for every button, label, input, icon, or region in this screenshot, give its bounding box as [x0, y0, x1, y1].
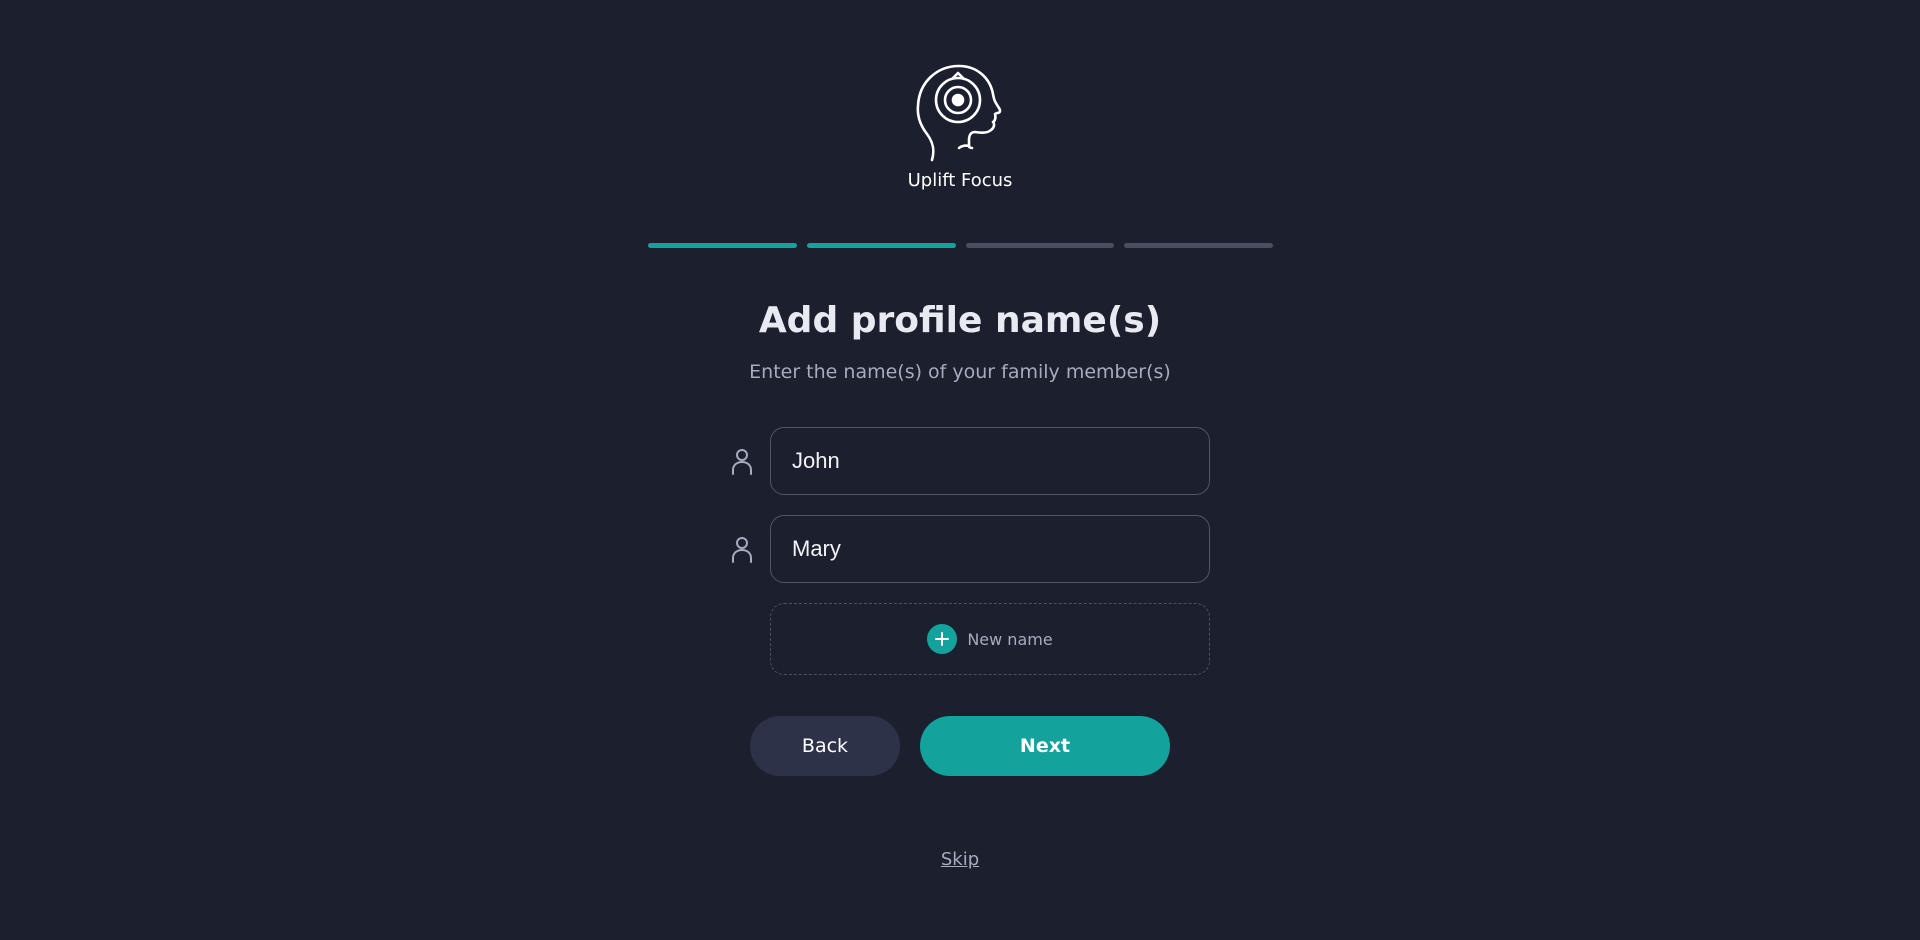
progress-step-4 [1124, 243, 1273, 248]
name-input-1[interactable] [770, 427, 1210, 495]
progress-step-2 [806, 243, 956, 248]
name-row [720, 427, 1210, 495]
head-target-icon [916, 64, 1002, 162]
step-progress-bar [648, 243, 1273, 248]
name-input-2[interactable] [770, 515, 1210, 583]
person-icon [732, 537, 752, 563]
next-button[interactable]: Next [920, 716, 1170, 776]
brand-name: Uplift Focus [907, 170, 1013, 191]
name-row [720, 515, 1210, 583]
skip-link[interactable]: Skip [941, 849, 979, 870]
back-button[interactable]: Back [750, 716, 900, 776]
brand-logo: Uplift Focus [880, 62, 1040, 191]
onboarding-page: Uplift Focus Add profile name(s) Enter t… [0, 0, 1920, 940]
progress-step-1 [648, 243, 797, 248]
page-title: Add profile name(s) [758, 300, 1162, 341]
add-new-name-label: New name [967, 629, 1053, 649]
add-new-name-button[interactable]: New name [770, 603, 1210, 675]
skip-container: Skip [0, 849, 1920, 870]
person-icon [732, 449, 752, 475]
plus-icon [927, 624, 958, 654]
progress-step-3 [965, 243, 1115, 248]
page-subtitle: Enter the name(s) of your family member(… [749, 361, 1171, 383]
